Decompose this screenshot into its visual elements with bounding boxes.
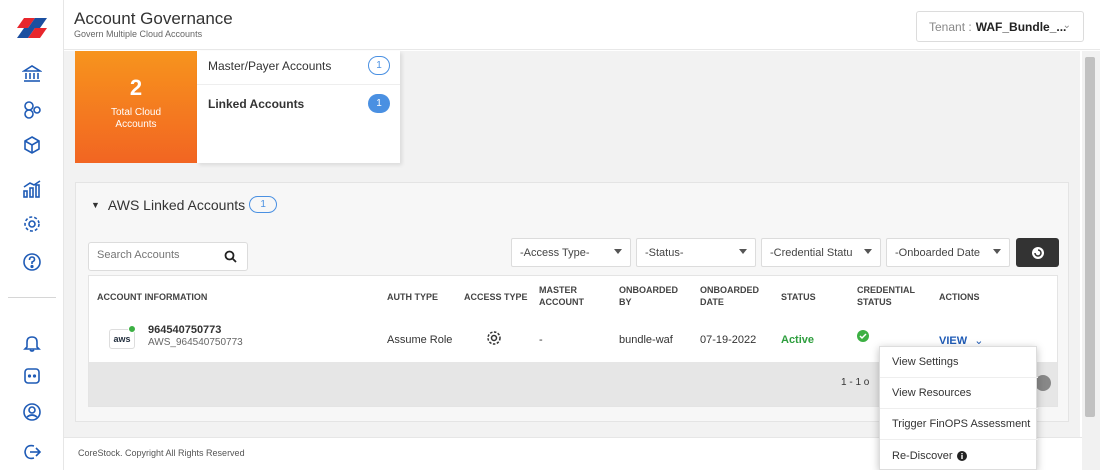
total-accounts-card[interactable]: 2 Total Cloud Accounts: [75, 51, 197, 163]
actions-menu: View Settings View Resources Trigger Fin…: [879, 346, 1038, 470]
auth-type: Assume Role: [387, 334, 453, 346]
linked-count-badge: 1: [249, 196, 278, 213]
filter-label: -Status-: [645, 246, 684, 259]
onboarded-by: bundle-waf: [619, 334, 673, 346]
column-header: ACCESS TYPE: [464, 292, 528, 302]
online-status-dot: [128, 325, 136, 333]
corestock-logo[interactable]: [15, 16, 49, 40]
menu-item-trigger-finops[interactable]: Trigger FinOPS Assessment: [880, 409, 1038, 440]
tenant-label: Tenant :: [929, 19, 972, 34]
info-icon[interactable]: [956, 450, 967, 461]
scrollbar-thumb[interactable]: [1085, 57, 1095, 417]
access-type-filter[interactable]: -Access Type-: [511, 238, 631, 267]
status-badge: Active: [781, 334, 815, 346]
column-header-line: MASTER: [539, 285, 577, 295]
gears-icon[interactable]: [20, 98, 44, 122]
search-icon[interactable]: [224, 250, 237, 263]
status-filter[interactable]: -Status-: [636, 238, 756, 267]
dropdown-arrow-icon: [739, 249, 747, 254]
logout-icon[interactable]: [20, 440, 44, 464]
search-input[interactable]: [97, 249, 217, 261]
refresh-icon: [1031, 246, 1044, 259]
help-icon[interactable]: [20, 250, 44, 274]
column-header: ONBOARDED DATE: [700, 284, 759, 308]
search-box[interactable]: [88, 242, 248, 271]
bank-icon[interactable]: [20, 62, 44, 86]
column-header-line: ACCOUNT: [539, 297, 584, 307]
page-subtitle: Govern Multiple Cloud Accounts: [74, 29, 203, 39]
onboarded-date: 07-19-2022: [700, 334, 757, 346]
column-header: ACTIONS: [939, 292, 980, 302]
vertical-scrollbar[interactable]: [1082, 51, 1100, 470]
panel-title: AWS Linked Accounts: [107, 196, 246, 213]
column-header-line: ONBOARDED: [700, 285, 760, 295]
column-header-line: ONBOARDED: [619, 285, 679, 295]
column-header-line: STATUS: [857, 297, 892, 307]
tenant-selector[interactable]: Tenant : WAF_Bundle_... ⌄: [916, 11, 1084, 42]
account-type-label: Linked Accounts: [208, 97, 305, 111]
credential-ok-icon: [857, 330, 869, 345]
copyright-text: CoreStock. Copyright All Rights Reserved: [78, 448, 245, 458]
filter-label: -Onboarded Date: [895, 246, 980, 259]
column-header-line: CREDENTIAL: [857, 285, 915, 295]
count-badge: 1: [368, 56, 390, 75]
panel-header[interactable]: ▼ AWS Linked Accounts 1: [91, 196, 278, 213]
filter-label: -Credential Statu: [770, 246, 853, 259]
rediscover-label: Re-Discover: [892, 449, 953, 462]
master-account: -: [539, 334, 543, 346]
analytics-icon[interactable]: [20, 177, 44, 201]
chevron-down-icon: ⌄: [1062, 20, 1071, 31]
menu-item-rediscover[interactable]: Re-Discover: [880, 440, 1038, 470]
account-type-linked[interactable]: Linked Accounts 1: [197, 89, 400, 123]
column-header: CREDENTIAL STATUS: [857, 284, 915, 308]
column-header: ONBOARDED BY: [619, 284, 678, 308]
collapse-caret-icon[interactable]: ▼: [91, 200, 100, 210]
dropdown-arrow-icon: [864, 249, 872, 254]
dropdown-arrow-icon: [993, 249, 1001, 254]
total-accounts-label: Total Cloud Accounts: [110, 107, 162, 130]
page-header: Account Governance Govern Multiple Cloud…: [64, 0, 1100, 50]
account-types-card: Master/Payer Accounts 1 Linked Accounts …: [197, 51, 400, 163]
chat-icon[interactable]: [20, 364, 44, 388]
account-type-label: Master/Payer Accounts: [208, 59, 332, 73]
column-header: MASTER ACCOUNT: [539, 284, 584, 308]
onboarded-date-filter[interactable]: -Onboarded Date: [886, 238, 1010, 267]
credential-status-filter[interactable]: -Credential Statu: [761, 238, 881, 267]
column-header: ACCOUNT INFORMATION: [97, 292, 208, 302]
cube-icon[interactable]: [20, 133, 44, 157]
dropdown-arrow-icon: [614, 249, 622, 254]
tenant-value: WAF_Bundle_...: [975, 19, 1067, 34]
column-header: STATUS: [781, 292, 816, 302]
account-id: 964540750773: [148, 324, 222, 336]
account-type-master[interactable]: Master/Payer Accounts 1: [197, 51, 400, 85]
settings-icon[interactable]: [20, 212, 44, 236]
page-title: Account Governance: [74, 9, 233, 28]
access-type-gear-icon: [486, 330, 502, 349]
left-nav-rail: [0, 0, 64, 470]
menu-item-view-settings[interactable]: View Settings: [880, 347, 1038, 378]
column-header-line: DATE: [700, 297, 724, 307]
bell-icon[interactable]: [20, 331, 44, 355]
user-profile-icon[interactable]: [20, 400, 44, 424]
reset-filters-button[interactable]: [1016, 238, 1059, 267]
count-badge: 1: [368, 94, 390, 113]
menu-item-view-resources[interactable]: View Resources: [880, 378, 1038, 409]
filter-label: -Access Type-: [520, 246, 590, 259]
account-name: AWS_964540750773: [148, 337, 243, 348]
column-header-line: BY: [619, 297, 632, 307]
total-accounts-count: 2: [129, 75, 143, 100]
pagination-info: 1 - 1 o: [841, 377, 870, 388]
rail-divider: [8, 297, 56, 298]
column-header: AUTH TYPE: [387, 292, 439, 302]
